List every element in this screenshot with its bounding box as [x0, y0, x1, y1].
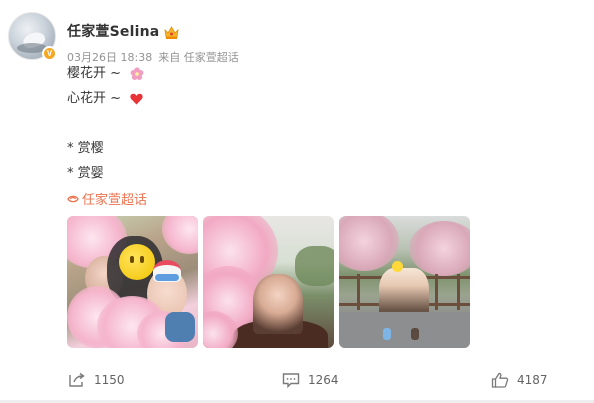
photo-selfie-cherry-blossoms[interactable] — [203, 216, 334, 348]
text-line: 樱花开 ~ — [67, 64, 144, 84]
repost-button[interactable]: 1150 — [68, 372, 125, 388]
text-line-4: * 赏婴 — [67, 166, 104, 181]
verified-badge-icon: V — [42, 46, 57, 61]
text-line-3: * 赏樱 — [67, 141, 104, 156]
comment-count: 1264 — [308, 373, 339, 387]
crown-icon[interactable] — [163, 25, 180, 40]
post-text: 樱花开 ~ 心花开 ~ * 赏樱 * 赏婴 — [67, 64, 144, 189]
comment-button[interactable]: 1264 — [282, 372, 339, 388]
like-button[interactable]: 4187 — [491, 372, 548, 388]
author-name[interactable]: 任家萱Selina — [67, 21, 159, 41]
photo-selfie-with-baby[interactable] — [67, 216, 198, 348]
text-line-2: 心花开 ~ — [67, 91, 126, 106]
smiley-face-icon — [392, 261, 403, 272]
photo-family-by-railing[interactable] — [339, 216, 470, 348]
action-bar: 1150 1264 4187 — [0, 366, 594, 396]
like-count: 4187 — [517, 373, 548, 387]
repost-count: 1150 — [94, 373, 125, 387]
red-heart-icon — [130, 93, 143, 105]
supertopic-label[interactable]: 任家萱超话 — [82, 189, 147, 208]
text-line: * 赏樱 — [67, 139, 144, 159]
text-line-1: 樱花开 ~ — [67, 66, 126, 81]
post-meta: 03月26日 18:38 来自 任家萱超话 — [67, 49, 239, 65]
text-line: 心花开 ~ — [67, 89, 144, 109]
text-line: * 赏婴 — [67, 164, 144, 184]
comment-icon — [282, 373, 300, 388]
post-header: 任家萱Selina 03月26日 18:38 来自 任家萱超话 — [67, 21, 239, 65]
supertopic-eye-icon — [67, 195, 79, 202]
weibo-post-card: V 任家萱Selina 03月26日 18:38 来自 任家萱超话 樱花开 ~ — [0, 0, 594, 403]
avatar[interactable]: V — [8, 12, 57, 61]
thumbs-up-icon — [491, 372, 509, 388]
smiley-face-icon — [119, 244, 155, 280]
supertopic-link[interactable]: 任家萱超话 — [67, 189, 147, 208]
post-source[interactable]: 来自 任家萱超话 — [158, 49, 239, 65]
cherry-blossom-icon — [130, 67, 144, 80]
post-timestamp[interactable]: 03月26日 18:38 — [67, 49, 152, 65]
photo-grid — [67, 216, 470, 348]
repost-icon — [69, 372, 85, 387]
